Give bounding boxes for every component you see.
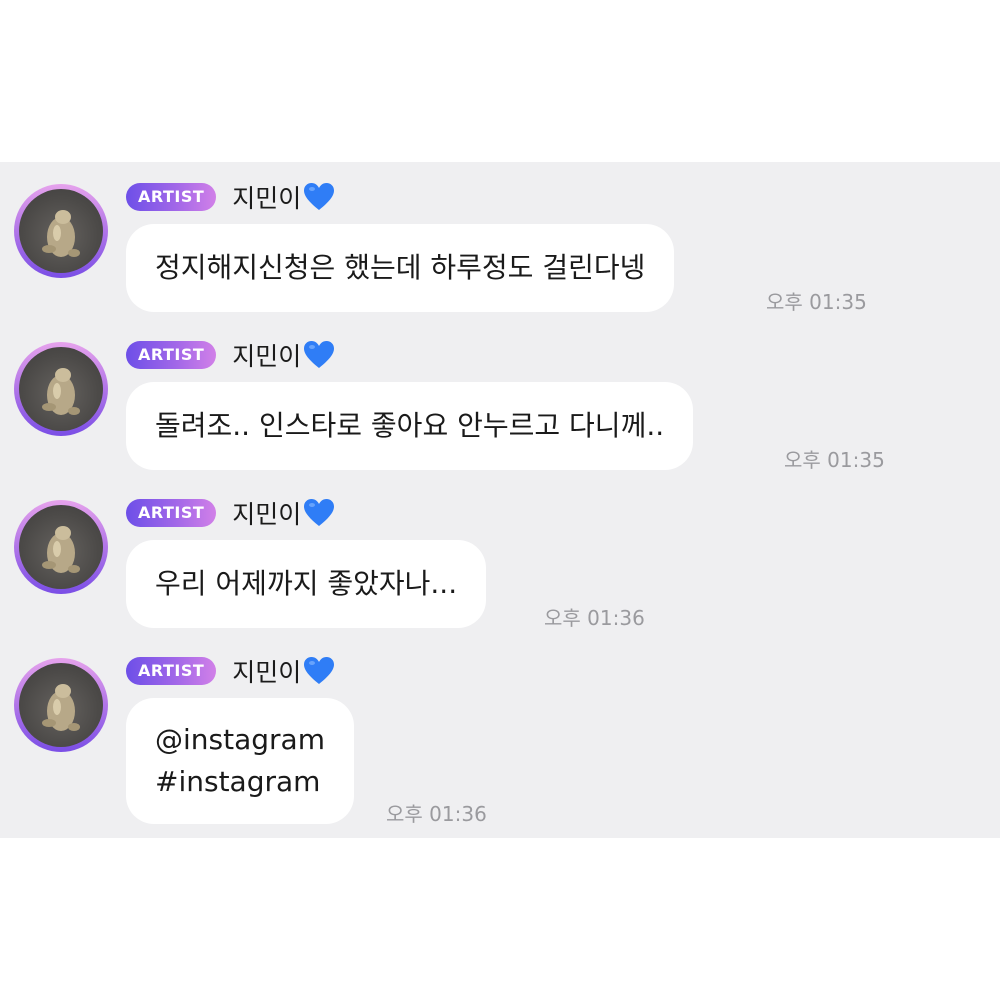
message-header: ARTIST 지민이 [126,653,335,689]
chat-panel: ARTIST 지민이 정지해지신청은 했는데 하루정도 걸린다넹 오후 01:3… [0,162,1000,838]
chat-message: ARTIST 지민이 우리 어제까지 좋았자나... 오후 01:36 [0,478,1000,648]
avatar-photo [19,663,103,747]
blue-heart-icon [304,499,335,526]
avatar-photo [19,505,103,589]
avatar-photo [19,189,103,273]
sender-name[interactable]: 지민이 [232,337,301,373]
message-bubble[interactable]: @instagram #instagram [126,698,354,824]
avatar-photo [19,347,103,431]
artist-badge: ARTIST [126,341,217,369]
message-header: ARTIST 지민이 [126,495,335,531]
message-bubble[interactable]: 우리 어제까지 좋았자나... [126,540,487,628]
sender-name[interactable]: 지민이 [232,653,301,689]
chat-message: ARTIST 지민이 돌려조.. 인스타로 좋아요 안누르고 다니께.. 오후 … [0,320,1000,490]
message-header: ARTIST 지민이 [126,179,335,215]
message-bubble[interactable]: 정지해지신청은 했는데 하루정도 걸린다넹 [126,224,675,312]
sender-name[interactable]: 지민이 [232,495,301,531]
chat-message: ARTIST 지민이 정지해지신청은 했는데 하루정도 걸린다넹 오후 01:3… [0,162,1000,332]
avatar[interactable] [14,658,108,752]
message-timestamp: 오후 01:35 [766,290,867,314]
avatar[interactable] [14,184,108,278]
mention-link[interactable]: @instagram [155,719,325,761]
message-timestamp: 오후 01:35 [784,448,885,472]
sender-name[interactable]: 지민이 [232,179,301,215]
blue-heart-icon [304,341,335,368]
artist-badge: ARTIST [126,183,217,211]
artist-badge: ARTIST [126,499,217,527]
hashtag-link[interactable]: #instagram [155,761,325,803]
blue-heart-icon [304,657,335,684]
avatar[interactable] [14,500,108,594]
message-bubble[interactable]: 돌려조.. 인스타로 좋아요 안누르고 다니께.. [126,382,694,470]
artist-badge: ARTIST [126,657,217,685]
avatar[interactable] [14,342,108,436]
chat-message: ARTIST 지민이 @instagram #instagram 오후 01:3… [0,636,1000,826]
message-header: ARTIST 지민이 [126,337,335,373]
message-timestamp: 오후 01:36 [544,606,645,630]
blue-heart-icon [304,183,335,210]
message-timestamp: 오후 01:36 [386,802,487,826]
